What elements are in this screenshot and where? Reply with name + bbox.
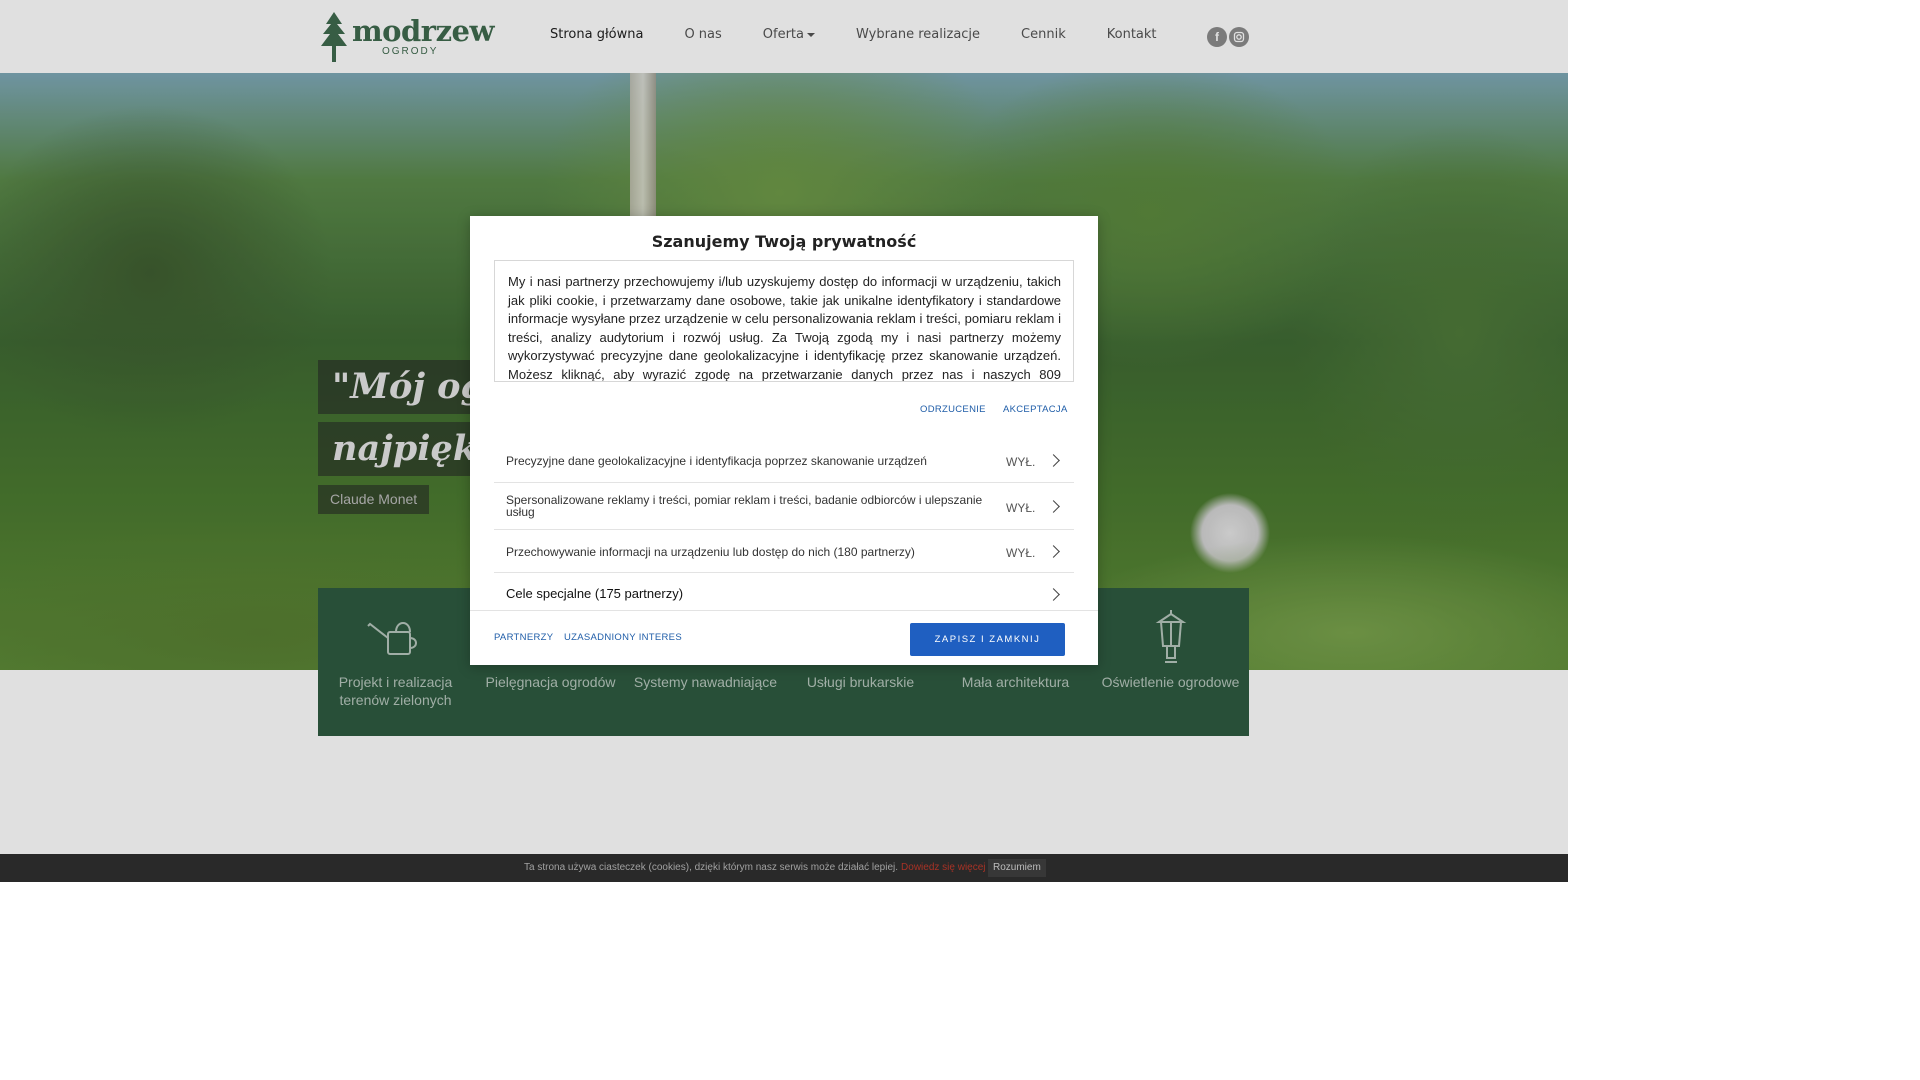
larch-tree-icon [321,12,347,62]
hero-quote-line-1: "Mój ogród jest moim [318,360,486,414]
chevron-right-icon [1047,588,1060,601]
chevron-right-icon [1047,454,1060,467]
legitimate-interest-link[interactable]: UZASADNIONY INTERES [564,632,682,643]
chevron-right-icon [1047,545,1060,558]
consent-footer: PARTNERZY UZASADNIONY INTERES ZAPISZ I Z… [470,610,1098,666]
accept-all-button[interactable]: AKCEPTACJA [1003,404,1068,415]
service-label: Mała architektura [961,674,1070,690]
facebook-icon[interactable]: f [1207,27,1227,47]
service-label: Usługi brukarskie [806,674,915,690]
nav-item-home[interactable]: Strona główna [550,27,643,47]
logo-wordmark: modrzew [352,14,494,48]
purpose-label: Spersonalizowane reklamy i treści, pomia… [506,493,983,519]
partners-link[interactable]: PARTNERZY [494,632,553,643]
site-logo[interactable]: modrzew OGRODY [318,10,494,64]
cookie-notice-bar: Ta strona używa ciasteczek (cookies), dz… [0,854,1568,882]
cookie-notice-message: Ta strona używa ciasteczek (cookies), dz… [524,862,899,873]
hero-quote-author: Claude Monet [318,485,430,514]
lantern-icon [1155,610,1186,663]
purpose-status: WYŁ. [1006,546,1036,560]
nav-item-offer-label: Oferta [762,27,804,42]
service-landscaping[interactable]: Projekt i realizacja terenów zielonych [318,588,473,736]
nav-item-pricing[interactable]: Cennik [1021,27,1066,47]
watering-can-icon [366,622,417,655]
nav-item-about[interactable]: O nas [684,27,721,47]
consent-dialog: Szanujemy Twoją prywatność My i nasi par… [470,216,1098,665]
hero-quote-line-2: najpiękniejszym dziełem" [318,422,486,476]
consent-description: My i nasi partnerzy przechowujemy i/lub … [508,274,1061,382]
service-label: Oświetlenie ogrodowe [1101,674,1240,690]
instagram-icon[interactable] [1229,27,1249,47]
purpose-status: WYŁ. [1006,501,1036,515]
site-header: modrzew OGRODY Strona główna O nas Ofert… [0,0,1568,73]
service-label: Systemy nawadniające [633,674,778,690]
reject-all-button[interactable]: ODRZUCENIE [920,404,986,415]
purpose-label: Precyzyjne dane geolokalizacyjne i ident… [506,454,927,468]
purpose-row-storage[interactable]: Przechowywanie informacji na urządzeniu … [494,530,1074,573]
chevron-right-icon [1047,500,1060,513]
purpose-label: Przechowywanie informacji na urządzeniu … [506,545,915,559]
nav-item-projects[interactable]: Wybrane realizacje [856,27,980,47]
service-label: Pielęgnacja ogrodów [485,674,616,690]
consent-description-scrollbox[interactable]: My i nasi partnerzy przechowujemy i/lub … [494,260,1074,382]
caret-down-icon [807,32,815,37]
service-lighting[interactable]: Oświetlenie ogrodowe [1093,588,1248,736]
purpose-status: WYŁ. [1006,455,1036,469]
nav-item-contact[interactable]: Kontakt [1107,27,1157,47]
save-and-close-button[interactable]: ZAPISZ I ZAMKNIJ [910,623,1065,656]
purpose-row-geolocation[interactable]: Precyzyjne dane geolokalizacyjne i ident… [494,440,1074,483]
purpose-row-personalized-ads[interactable]: Spersonalizowane reklamy i treści, pomia… [494,482,1074,530]
main-nav: Strona główna O nas Oferta Wybrane reali… [550,27,1198,47]
purpose-row-special[interactable]: Cele specjalne (175 partnerzy) [494,573,1074,610]
logo-subtitle: OGRODY [382,46,439,57]
purpose-label: Cele specjalne (175 partnerzy) [506,586,684,601]
cookie-learn-more-link[interactable]: Dowiedz się więcej [901,862,985,873]
cookie-accept-button[interactable]: Rozumiem [988,859,1046,877]
service-label: Projekt i realizacja terenów zielonych [338,674,453,708]
cookie-notice-text: Ta strona używa ciasteczek (cookies), dz… [524,862,986,873]
nav-item-offer[interactable]: Oferta [763,27,815,47]
consent-title: Szanujemy Twoją prywatność [651,232,917,251]
